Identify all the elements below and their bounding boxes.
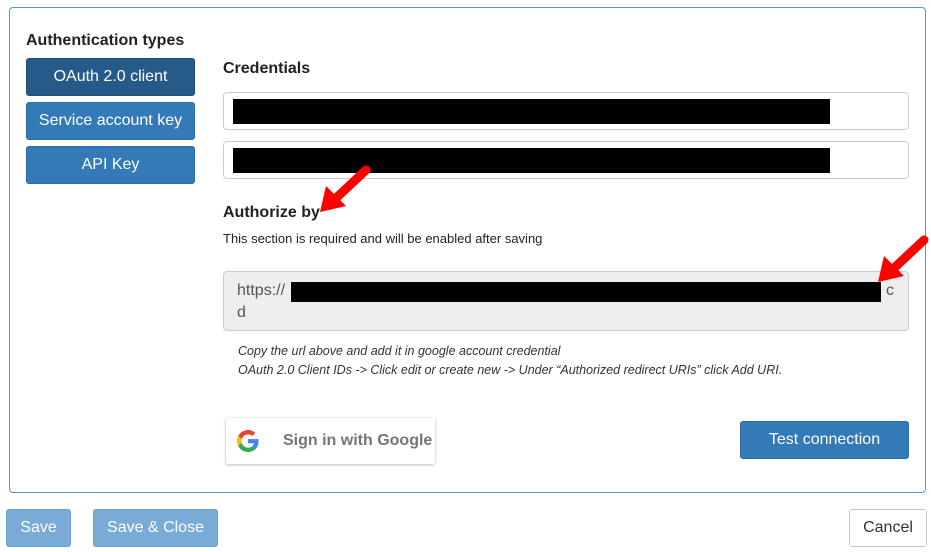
hint-line-2: OAuth 2.0 Client IDs -> Click edit or cr… <box>238 363 783 377</box>
auth-type-service-account-button[interactable]: Service account key <box>26 102 195 140</box>
annotation-arrow-icon <box>878 235 929 282</box>
save-button[interactable]: Save <box>6 509 71 547</box>
cancel-button[interactable]: Cancel <box>849 509 927 547</box>
save-and-close-button[interactable]: Save & Close <box>93 509 218 547</box>
authorize-note: This section is required and will be ena… <box>223 231 543 246</box>
annotation-arrow-icon <box>320 165 371 212</box>
google-g-icon <box>237 430 259 452</box>
auth-types-heading: Authentication types <box>26 32 185 49</box>
client-id-field[interactable] <box>223 92 909 130</box>
sign-in-with-google-button[interactable]: Sign in with Google <box>226 418 435 464</box>
redacted-url <box>291 282 881 302</box>
url-prefix: https:// <box>237 282 286 299</box>
test-connection-button[interactable]: Test connection <box>740 421 909 459</box>
hint-line-1: Copy the url above and add it in google … <box>238 344 561 358</box>
auth-type-api-key-button[interactable]: API Key <box>26 146 195 184</box>
google-button-label: Sign in with Google <box>283 432 433 449</box>
redirect-url-field[interactable]: https:// c d <box>223 271 909 331</box>
authorize-by-heading: Authorize by <box>223 204 320 221</box>
url-line2: d <box>237 304 246 321</box>
credentials-heading: Credentials <box>223 60 311 77</box>
auth-type-oauth-button[interactable]: OAuth 2.0 client <box>26 58 195 96</box>
url-suffix: c <box>886 282 894 299</box>
redacted-value <box>233 99 830 124</box>
